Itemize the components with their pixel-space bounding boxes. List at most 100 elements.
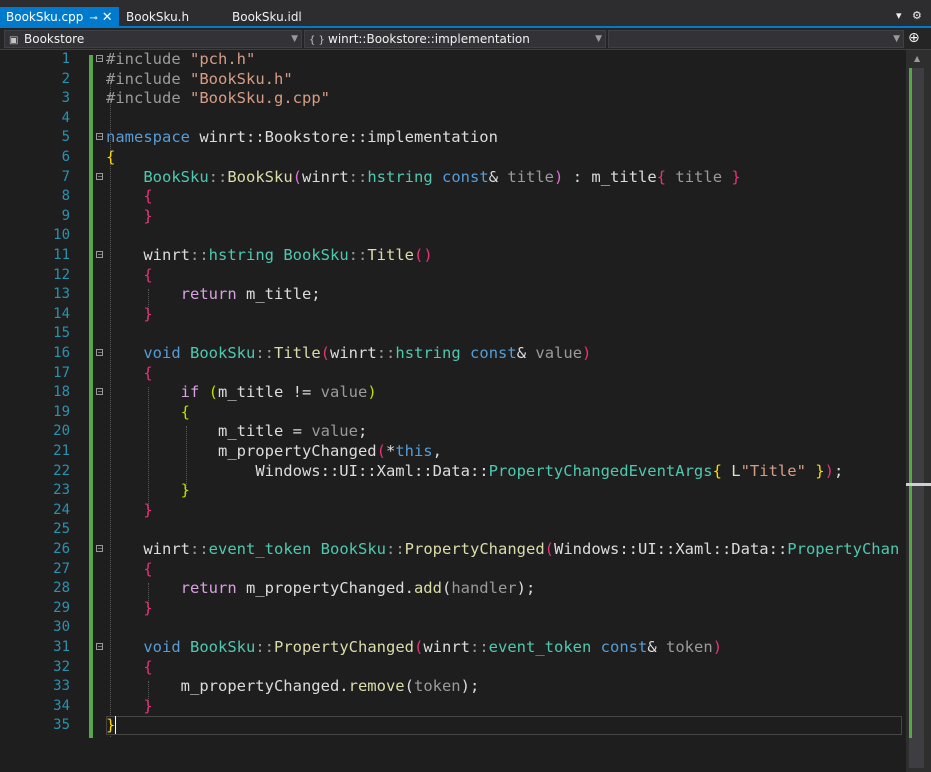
line-number: 23 bbox=[53, 482, 70, 499]
code-line: 13 return m_title; bbox=[0, 285, 906, 305]
code-line: 16 − void BookSku::Title(winrt::hstring … bbox=[0, 344, 906, 364]
vertical-scrollbar[interactable]: ▲ bbox=[906, 50, 931, 772]
line-number: 2 bbox=[61, 70, 70, 87]
code-line: 18 − if (m_title != value) bbox=[0, 383, 906, 403]
code-line: 32 { bbox=[0, 658, 906, 678]
line-number: 21 bbox=[53, 443, 70, 459]
tab-label: BookSku.cpp bbox=[6, 10, 84, 24]
fold-collapse-icon[interactable]: − bbox=[96, 172, 104, 180]
line-number: 11 bbox=[53, 247, 70, 263]
line-number: 18 bbox=[53, 384, 70, 401]
close-icon[interactable]: ✕ bbox=[102, 10, 113, 25]
code-text: { bbox=[106, 148, 116, 166]
code-line: 8 { bbox=[0, 187, 906, 207]
code-line: 25 bbox=[0, 520, 906, 540]
code-line: 27 { bbox=[0, 560, 906, 580]
project-icon: ▣ bbox=[9, 35, 19, 46]
code-text: void BookSku::Title(winrt::hstring const… bbox=[143, 344, 592, 362]
code-line: 17 { bbox=[0, 364, 906, 384]
line-number: 4 bbox=[61, 109, 70, 126]
line-number: 9 bbox=[61, 207, 70, 224]
line-number: 3 bbox=[61, 90, 70, 107]
code-text: } bbox=[143, 598, 153, 617]
code-text: winrt::event_token BookSku::PropertyChan… bbox=[143, 540, 900, 558]
project-dropdown[interactable]: ▣ Bookstore ▼ bbox=[4, 30, 302, 48]
scroll-up-icon[interactable]: ▲ bbox=[914, 54, 920, 63]
line-number: 15 bbox=[53, 325, 70, 342]
tab-dropdown-icon[interactable]: ▾ bbox=[896, 9, 902, 22]
code-text: { bbox=[143, 363, 153, 382]
code-text: return m_propertyChanged.add(handler); bbox=[180, 579, 536, 598]
scrollbar-change-marks bbox=[909, 68, 912, 738]
code-text: m_title = value; bbox=[217, 422, 368, 441]
code-text: } bbox=[180, 481, 190, 500]
code-text: #include "pch.h" bbox=[106, 50, 256, 68]
text-cursor bbox=[115, 716, 117, 735]
line-number: 35 bbox=[53, 717, 70, 734]
code-text: } bbox=[106, 716, 117, 735]
tab-booksku-idl[interactable]: BookSku.idl bbox=[226, 7, 308, 28]
current-line-highlight bbox=[106, 716, 902, 736]
code-text: return m_title; bbox=[180, 285, 321, 304]
code-text: { bbox=[143, 657, 153, 676]
settings-gear-icon[interactable]: ⚙ bbox=[912, 9, 922, 22]
code-line: 21 m_propertyChanged(*this, bbox=[0, 442, 906, 462]
pin-icon[interactable]: ⊸ bbox=[89, 13, 97, 24]
code-text: { bbox=[143, 187, 153, 206]
code-text: BookSku::BookSku(winrt::hstring const& t… bbox=[143, 167, 741, 186]
code-line: 15 bbox=[0, 324, 906, 344]
line-number: 22 bbox=[53, 462, 70, 479]
fold-collapse-icon[interactable]: − bbox=[96, 133, 104, 141]
document-tab-bar: BookSku.cpp ⊸ ✕ BookSku.h BookSku.idl ▾ ⚙ bbox=[0, 0, 931, 28]
line-number: 29 bbox=[53, 599, 70, 616]
fold-collapse-icon[interactable]: − bbox=[96, 545, 104, 553]
line-number: 7 bbox=[61, 168, 70, 185]
code-text: void BookSku::PropertyChanged(winrt::eve… bbox=[143, 638, 723, 656]
tab-booksku-cpp[interactable]: BookSku.cpp ⊸ ✕ bbox=[0, 7, 119, 28]
project-label: Bookstore bbox=[24, 32, 85, 46]
code-line: 20 m_title = value; bbox=[0, 422, 906, 442]
fold-collapse-icon[interactable]: − bbox=[96, 388, 104, 396]
code-line: 4 bbox=[0, 109, 906, 129]
code-text: Windows::UI::Xaml::Data::PropertyChanged… bbox=[255, 461, 844, 480]
code-line: 19 { bbox=[0, 403, 906, 423]
line-number: 12 bbox=[53, 266, 70, 283]
code-line: 11 − winrt::hstring BookSku::Title() bbox=[0, 246, 906, 266]
fold-collapse-icon[interactable]: − bbox=[96, 349, 104, 357]
code-line: 26 − winrt::event_token BookSku::Propert… bbox=[0, 540, 906, 560]
code-editor[interactable]: 1 − #include "pch.h" 2 #include "BookSku… bbox=[0, 50, 906, 772]
chevron-down-icon: ▼ bbox=[291, 34, 298, 44]
scrollbar-caret-position bbox=[906, 483, 931, 486]
code-text: { bbox=[180, 402, 190, 421]
fold-collapse-icon[interactable]: − bbox=[96, 55, 104, 63]
chevron-down-icon: ▼ bbox=[893, 34, 900, 44]
code-text: namespace winrt::Bookstore::implementati… bbox=[106, 128, 498, 147]
line-number: 1 bbox=[61, 51, 70, 67]
code-line: 14 } bbox=[0, 305, 906, 325]
line-number: 34 bbox=[53, 697, 70, 714]
code-text: if (m_title != value) bbox=[180, 383, 377, 402]
line-number: 31 bbox=[53, 639, 70, 655]
code-text: { bbox=[143, 559, 153, 578]
code-line: 1 − #include "pch.h" bbox=[0, 50, 906, 70]
fold-collapse-icon[interactable]: − bbox=[96, 251, 104, 259]
line-number: 30 bbox=[53, 619, 70, 636]
scope-dropdown[interactable]: { } winrt::Bookstore::implementation ▼ bbox=[304, 30, 606, 48]
line-number: 19 bbox=[53, 403, 70, 420]
line-number: 17 bbox=[53, 364, 70, 381]
line-number: 6 bbox=[61, 149, 70, 165]
tab-booksku-h[interactable]: BookSku.h bbox=[120, 7, 195, 28]
split-window-icon[interactable]: ⊕ bbox=[908, 30, 920, 46]
code-line: 24 } bbox=[0, 501, 906, 521]
member-dropdown[interactable]: ▼ bbox=[608, 30, 904, 48]
code-line: 33 m_propertyChanged.remove(token); bbox=[0, 677, 906, 697]
line-number: 25 bbox=[53, 521, 70, 538]
line-number: 10 bbox=[53, 227, 70, 244]
fold-collapse-icon[interactable]: − bbox=[96, 643, 104, 651]
code-line: 22 Windows::UI::Xaml::Data::PropertyChan… bbox=[0, 462, 906, 482]
line-number: 24 bbox=[53, 501, 70, 518]
tab-label: BookSku.idl bbox=[232, 10, 302, 24]
line-number: 32 bbox=[53, 658, 70, 675]
code-text: #include "BookSku.g.cpp" bbox=[106, 89, 330, 108]
code-text: #include "BookSku.h" bbox=[106, 69, 293, 88]
